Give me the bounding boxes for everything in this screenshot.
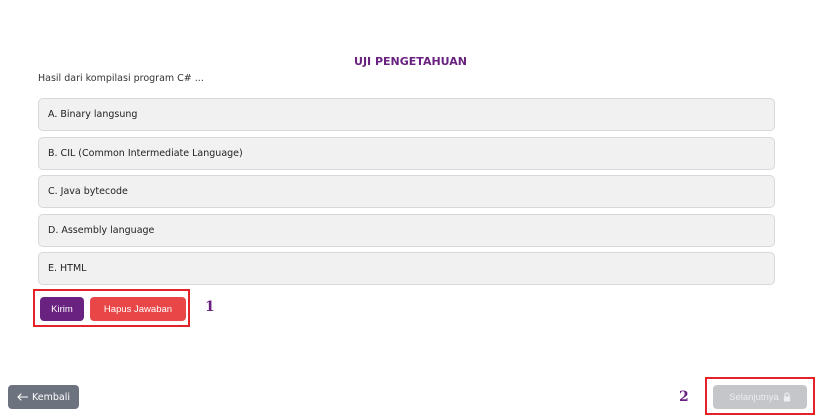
clear-answer-button[interactable]: Hapus Jawaban [90,297,186,321]
next-button[interactable]: Selanjutnya [713,385,807,409]
answer-option-b[interactable]: B. CIL (Common Intermediate Language) [38,136,775,170]
quiz-page: UJI PENGETAHUAN Hasil dari kompilasi pro… [0,0,821,418]
back-button-label: Kembali [32,391,70,403]
answer-option-label: B. CIL (Common Intermediate Language) [48,147,243,159]
annotation-marker-1: 1 [205,299,215,315]
back-button[interactable]: Kembali [8,385,79,409]
question-text: Hasil dari kompilasi program C# ... [38,73,204,84]
answer-options: A. Binary langsung B. CIL (Common Interm… [38,98,775,291]
arrow-left-icon [17,393,28,401]
answer-option-label: D. Assembly language [48,224,155,236]
quiz-title: UJI PENGETAHUAN [354,55,467,68]
answer-option-label: E. HTML [48,263,87,274]
answer-option-e[interactable]: E. HTML [38,252,775,285]
answer-option-a[interactable]: A. Binary langsung [38,98,775,131]
submit-button[interactable]: Kirim [40,297,84,321]
answer-option-label: A. Binary langsung [48,109,138,120]
annotation-marker-2: 2 [679,389,689,405]
answer-option-c[interactable]: C. Java bytecode [38,175,775,208]
answer-option-d[interactable]: D. Assembly language [38,213,775,247]
answer-option-label: C. Java bytecode [48,186,128,197]
next-button-label: Selanjutnya [729,391,779,403]
lock-icon [783,392,791,402]
